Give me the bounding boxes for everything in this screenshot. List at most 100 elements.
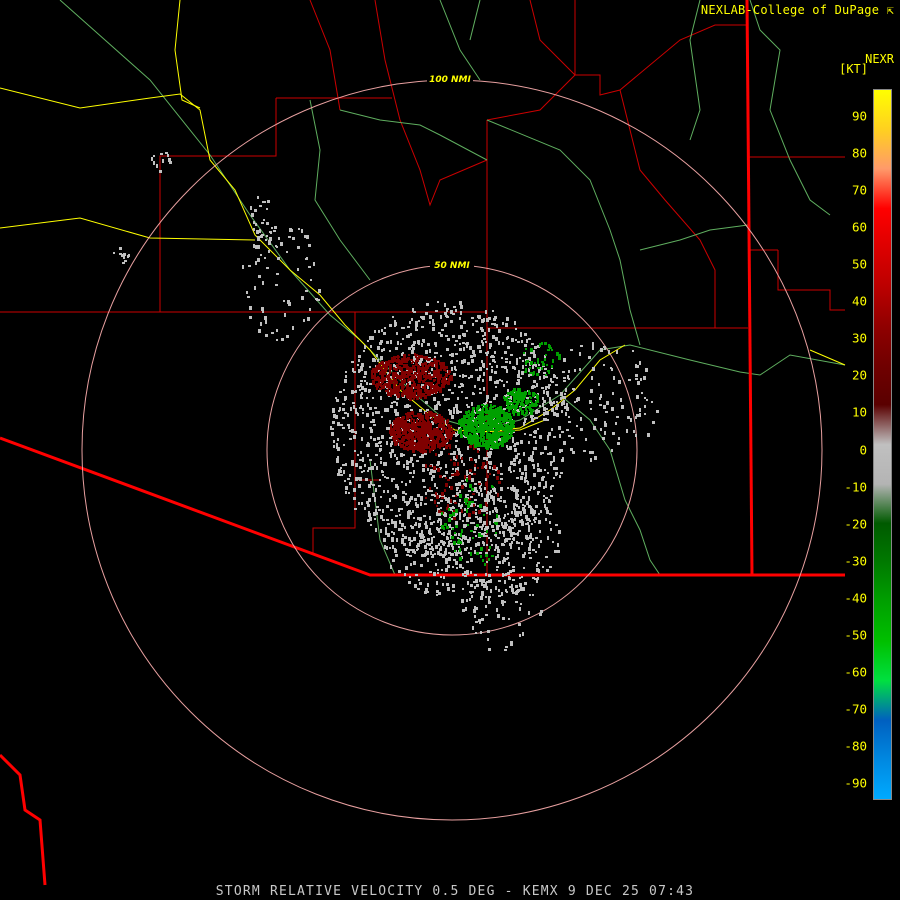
echo-pixel [498,481,501,484]
echo-pixel [473,436,475,440]
echo-pixel [421,326,424,328]
echo-pixel [464,475,466,479]
echo-pixel [391,531,393,533]
echo-pixel [389,350,391,352]
echo-pixel [526,360,529,363]
echo-pixel [264,316,267,320]
echo-pixel [423,486,426,488]
echo-pixel [508,538,511,540]
ring-label-100: 100 NMI [429,75,471,85]
echo-pixel [452,584,455,588]
echo-pixel [455,521,458,525]
echo-pixel [463,359,466,363]
echo-pixel [503,534,505,537]
echo-pixel [357,385,360,388]
echo-pixel [398,570,401,573]
echo-pixel [288,236,291,238]
echo-pixel [486,409,488,412]
echo-pixel [432,319,434,323]
echo-pixel [375,443,378,447]
echo-pixel [396,462,398,465]
echo-pixel [531,402,533,406]
echo-pixel [543,418,545,421]
echo-pixel [242,265,244,269]
echo-pixel [423,356,425,359]
echo-pixel [309,308,311,311]
echo-pixel [531,386,534,389]
echo-pixel [535,410,538,414]
echo-pixel [494,323,496,326]
echo-pixel [416,396,419,400]
echo-pixel [455,509,458,513]
echo-pixel [420,316,423,318]
echo-pixel [469,419,471,423]
echo-pixel [348,492,350,494]
echo-pixel [568,416,570,418]
echo-pixel [533,486,535,490]
echo-pixel [529,543,531,546]
echo-pixel [563,441,566,445]
echo-pixel [389,392,391,395]
echo-pixel [255,261,257,265]
echo-pixel [443,475,446,477]
echo-pixel [507,396,510,398]
echo-pixel [516,393,518,395]
echo-pixel [521,371,524,375]
echo-pixel [408,433,410,437]
echo-pixel [535,447,537,449]
echo-pixel [452,468,454,470]
echo-pixel [512,592,515,594]
echo-pixel [124,260,127,262]
echo-pixel [451,415,454,419]
echo-pixel [558,357,561,360]
echo-pixel [260,322,262,326]
echo-pixel [472,323,474,326]
echo-pixel [415,574,418,576]
echo-pixel [438,443,441,445]
echo-pixel [283,300,285,302]
echo-pixel [545,354,547,356]
echo-pixel [399,521,401,524]
echo-pixel [434,356,436,358]
echo-pixel [393,401,396,403]
echo-pixel [372,493,375,497]
credit-text: NEXLAB-College of DuPage [700,3,880,17]
echo-pixel [479,442,481,446]
echo-pixel [361,386,364,390]
echo-pixel [391,357,393,360]
echo-pixel [531,418,534,420]
echo-pixel [432,439,435,441]
echo-pixel [437,502,440,504]
echo-pixel [640,378,642,381]
echo-pixel [474,574,477,576]
echo-pixel [528,499,530,501]
echo-pixel [422,430,425,432]
echo-pixel [539,613,542,616]
echo-pixel [383,348,385,351]
echo-pixel [417,434,420,436]
echo-pixel [394,454,396,457]
echo-pixel [353,405,355,409]
echo-pixel [415,522,417,524]
echo-pixel [420,418,423,421]
echo-pixel [399,508,402,510]
echo-pixel [247,296,250,298]
echo-pixel [113,252,115,254]
echo-pixel [396,436,398,439]
echo-pixel [165,152,168,154]
echo-pixel [375,488,377,492]
echo-pixel [469,484,472,488]
echo-pixel [476,411,478,414]
echo-pixel [345,371,347,373]
echo-pixel [477,467,479,469]
echo-pixel [574,369,576,372]
echo-pixel [387,392,389,394]
echo-pixel [448,518,451,522]
echo-pixel [361,492,364,494]
echo-pixel [408,502,410,504]
echo-pixel [441,492,444,496]
echo-pixel [380,529,382,533]
echo-pixel [380,356,383,360]
radar-map: 100 NMI 50 NMI [0,0,846,886]
echo-pixel [476,440,479,443]
